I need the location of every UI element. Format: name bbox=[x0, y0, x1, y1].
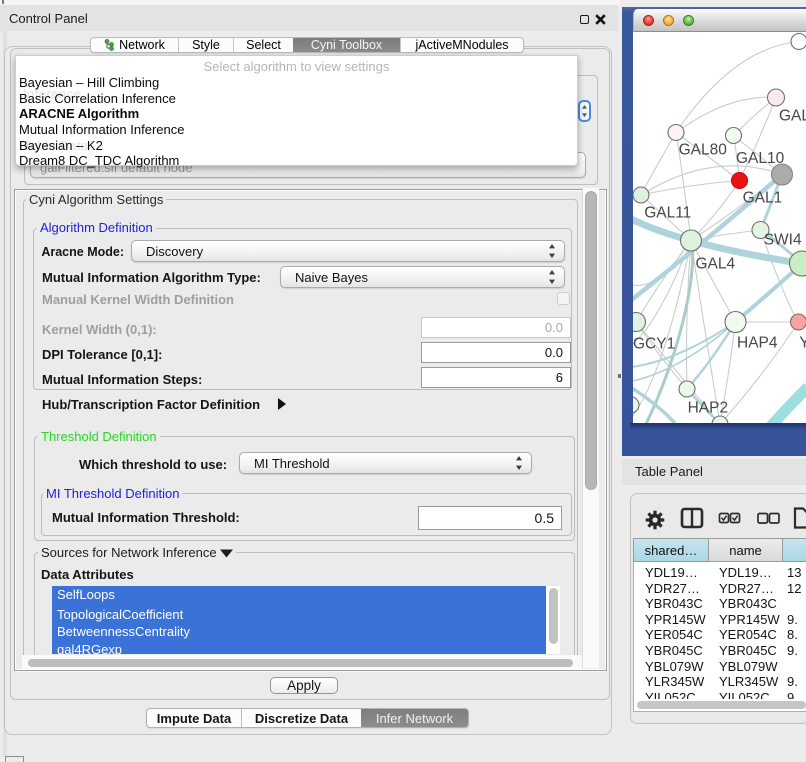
svg-text:GAL1: GAL1 bbox=[743, 190, 783, 207]
svg-text:GAL80: GAL80 bbox=[679, 142, 728, 159]
svg-text:HAP2: HAP2 bbox=[688, 400, 729, 417]
svg-text:GAL10: GAL10 bbox=[736, 150, 785, 167]
svg-text:GAL4: GAL4 bbox=[696, 256, 736, 273]
svg-text:HAP4: HAP4 bbox=[737, 335, 778, 352]
svg-text:GAL7: GAL7 bbox=[779, 108, 806, 125]
svg-text:GAL11: GAL11 bbox=[644, 205, 691, 222]
svg-text:GCY1: GCY1 bbox=[633, 336, 675, 353]
svg-text:SWI4: SWI4 bbox=[764, 232, 802, 249]
svg-text:YM: YM bbox=[799, 335, 806, 352]
